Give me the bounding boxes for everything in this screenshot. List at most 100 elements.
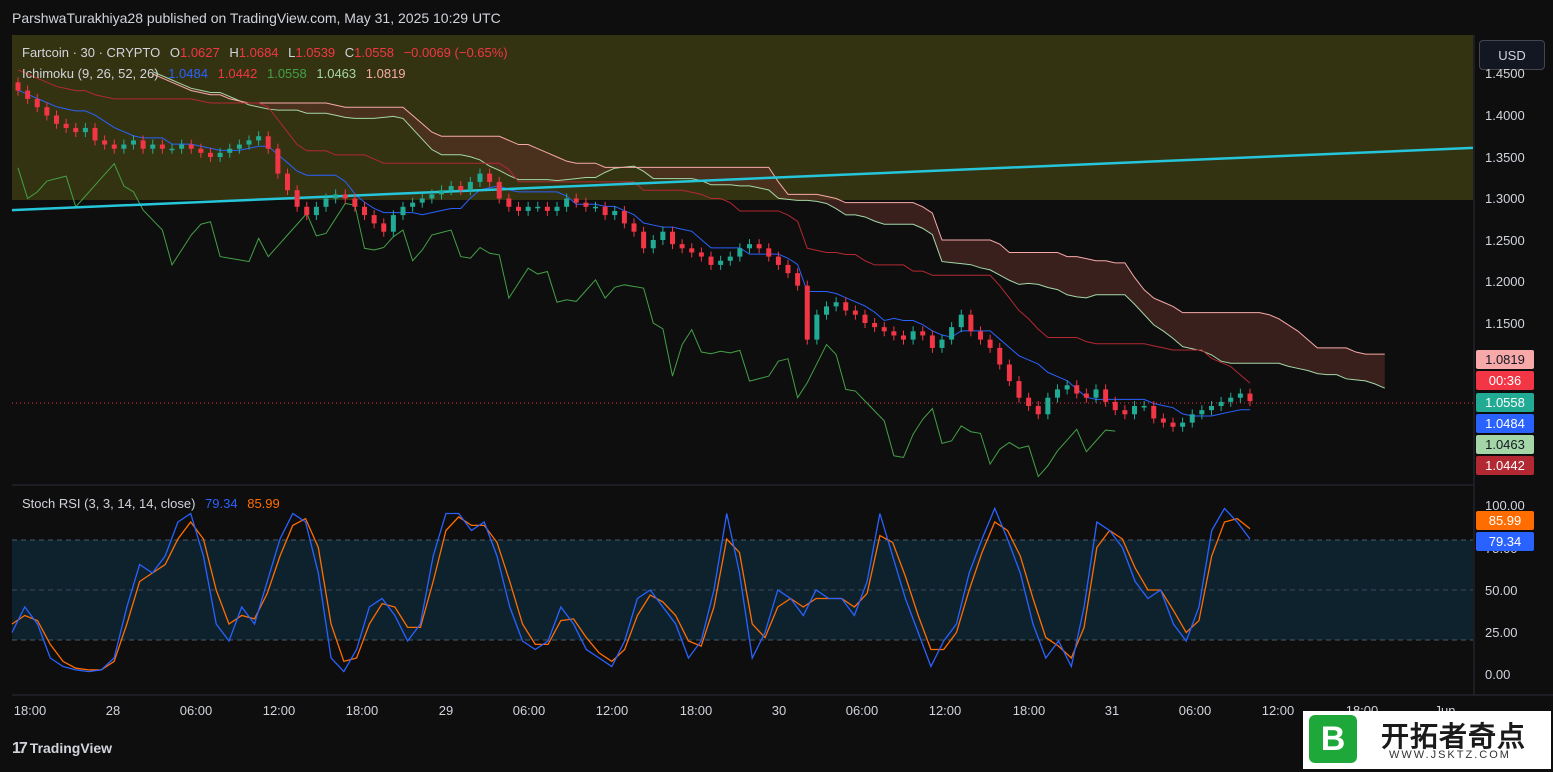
- candle-body: [1228, 397, 1234, 402]
- candle-body: [467, 181, 473, 191]
- close-label: C: [344, 45, 355, 60]
- candle-body: [419, 198, 425, 203]
- candle-body: [920, 331, 926, 336]
- candle-body: [323, 198, 329, 207]
- price-tick: 1.2000: [1485, 274, 1525, 289]
- candle-body: [679, 244, 685, 249]
- candle-body: [1141, 406, 1147, 408]
- candle-body: [121, 144, 127, 149]
- candle-body: [891, 331, 897, 336]
- ichimoku-span-a-value: 1.0463: [316, 66, 357, 81]
- candle-body: [641, 231, 647, 249]
- candle-body: [429, 194, 435, 199]
- candle-body: [573, 198, 579, 203]
- candle-body: [400, 206, 406, 216]
- span-b-price-tag: 1.0819: [1476, 350, 1534, 369]
- stoch-k-value: 79.34: [205, 496, 238, 511]
- candle-body: [516, 206, 521, 211]
- candle-body: [1132, 406, 1137, 415]
- rsi-tick: 0.00: [1485, 667, 1511, 682]
- candle-body: [44, 107, 50, 116]
- candle-body: [362, 206, 367, 216]
- candle-body: [131, 140, 136, 145]
- watermark-logo-icon: B: [1309, 715, 1357, 763]
- price-tick: 1.3500: [1485, 150, 1525, 165]
- candle-body: [958, 314, 964, 328]
- candle-body: [785, 264, 791, 274]
- high-label: H: [229, 45, 239, 60]
- candle-body: [458, 186, 464, 191]
- candle-body: [236, 144, 242, 149]
- candle-body: [564, 198, 570, 207]
- time-tick: 12:00: [928, 703, 962, 718]
- candle-body: [852, 310, 858, 315]
- tradingview-logo-text: TradingView: [29, 740, 113, 756]
- candle-body: [496, 181, 502, 199]
- candle-body: [881, 327, 887, 332]
- candle-body: [198, 148, 204, 153]
- candle-body: [862, 314, 868, 323]
- candle-body: [304, 206, 310, 216]
- candle-body: [1122, 410, 1128, 415]
- time-tick: 06:00: [845, 703, 879, 718]
- candle-body: [1045, 397, 1051, 415]
- time-tick: 12:00: [595, 703, 629, 718]
- candle-body: [795, 273, 801, 286]
- candle-body: [1035, 406, 1041, 415]
- candle-body: [140, 140, 146, 149]
- ichimoku-legend[interactable]: Ichimoku (9, 26, 52, 26) 1.0484 1.0442 1…: [22, 66, 412, 81]
- candle-body: [313, 206, 319, 216]
- candle-body: [1170, 422, 1176, 427]
- change-value: −0.0069 (−0.65%): [403, 45, 508, 60]
- candle-body: [804, 285, 810, 340]
- candle-body: [217, 152, 223, 157]
- candle-body: [342, 194, 348, 199]
- candle-body: [1064, 385, 1070, 390]
- candle-body: [535, 206, 541, 209]
- open-label: O: [169, 45, 180, 60]
- candle-body: [621, 210, 627, 224]
- candle-body: [506, 198, 512, 207]
- tradingview-logo[interactable]: 17 TradingView: [12, 740, 112, 758]
- candle-body: [593, 206, 598, 209]
- rsi-tick: 50.00: [1485, 583, 1518, 598]
- candle-body: [1180, 422, 1186, 427]
- symbol-legend[interactable]: Fartcoin · 30 · CRYPTO O1.0627 H1.0684 L…: [22, 45, 508, 60]
- low-value: 1.0539: [295, 45, 336, 60]
- candle-body: [1074, 385, 1080, 394]
- candle-body: [583, 202, 589, 207]
- candle-body: [63, 123, 69, 128]
- candle-body: [294, 190, 300, 207]
- candle-body: [159, 144, 165, 149]
- candle-body: [256, 136, 262, 141]
- candle-body: [660, 231, 666, 240]
- time-tick: 31: [1104, 703, 1120, 718]
- candle-body: [410, 202, 416, 207]
- candle-body: [1218, 401, 1224, 406]
- chart-canvas[interactable]: [0, 0, 1553, 772]
- candle-body: [487, 173, 493, 182]
- candle-body: [448, 186, 454, 191]
- stoch-k-tag: 79.34: [1476, 532, 1534, 551]
- stoch-rsi-legend[interactable]: Stoch RSI (3, 3, 14, 14, close) 79.34 85…: [22, 496, 286, 511]
- candle-body: [1055, 389, 1060, 398]
- high-value: 1.0684: [238, 45, 279, 60]
- time-tick: 06:00: [512, 703, 546, 718]
- time-tick: 12:00: [262, 703, 296, 718]
- candle-body: [872, 323, 878, 328]
- candle-body: [602, 206, 608, 216]
- candle-body: [756, 244, 762, 249]
- price-tick: 1.1500: [1485, 316, 1525, 331]
- candle-body: [25, 90, 31, 99]
- candle-body: [188, 144, 194, 149]
- time-tick: 18:00: [345, 703, 379, 718]
- candle-body: [352, 198, 358, 207]
- candle-body: [650, 240, 656, 249]
- candle-body: [275, 148, 281, 174]
- candle-body: [554, 206, 560, 211]
- candle-body: [775, 256, 781, 265]
- candle-body: [766, 248, 772, 257]
- candle-body: [179, 144, 185, 149]
- candle-body: [689, 248, 695, 253]
- candle-body: [150, 144, 156, 149]
